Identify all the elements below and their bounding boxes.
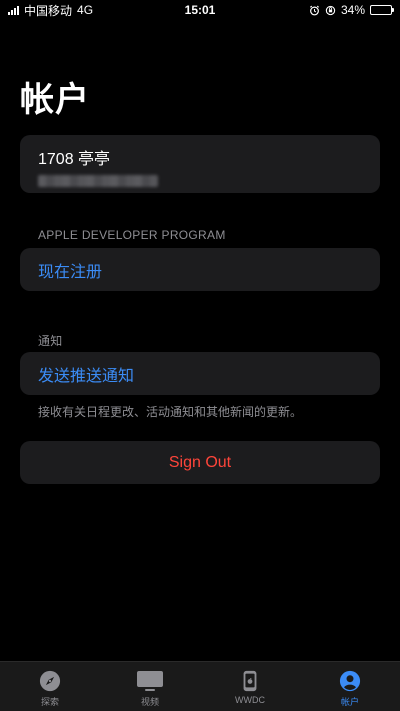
alarm-icon	[309, 5, 319, 15]
notifications-footnote: 接收有关日程更改、活动通知和其他新闻的更新。	[38, 405, 303, 419]
account-icon	[339, 670, 361, 692]
status-left: 中国移动 4G	[8, 2, 93, 19]
tab-explore-label: 探索	[40, 697, 59, 707]
battery-percent: 34%	[340, 3, 365, 17]
notifications-label: 通知	[38, 334, 63, 348]
tab-account-label: 帐户	[340, 697, 359, 707]
tab-wwdc-label: WWDC	[235, 695, 265, 705]
send-push-notifications-button[interactable]: 发送推送通知	[20, 352, 380, 395]
tab-bar: 探索 视频 WWDC 帐户	[0, 661, 400, 711]
tab-explore[interactable]: 探索	[0, 670, 100, 708]
tab-wwdc[interactable]: WWDC	[200, 670, 300, 705]
account-name: 1708 亭亭	[38, 151, 111, 168]
sign-out-label: Sign Out	[168, 453, 232, 471]
status-right: 34%	[309, 3, 394, 17]
tab-videos[interactable]: 视频	[100, 670, 200, 708]
signal-icon	[8, 5, 19, 15]
tab-videos-label: 视频	[140, 697, 159, 707]
tab-account[interactable]: 帐户	[300, 670, 400, 708]
register-now-label: 现在注册	[38, 263, 103, 281]
status-bar: 中国移动 4G 15:01 34%	[0, 0, 400, 20]
apple-developer-program-label: APPLE DEVELOPER PROGRAM	[38, 228, 226, 242]
sign-out-button[interactable]: Sign Out	[20, 441, 380, 484]
carrier-label: 中国移动	[24, 3, 73, 18]
orientation-lock-icon	[325, 5, 336, 15]
send-push-notifications-label: 发送推送通知	[38, 367, 135, 385]
battery-icon	[370, 5, 394, 15]
phone-apple-icon	[243, 670, 257, 692]
register-now-button[interactable]: 现在注册	[20, 248, 380, 291]
page-title: 帐户	[20, 81, 90, 119]
account-card[interactable]: 1708 亭亭	[20, 135, 380, 193]
network-label: 4G	[77, 3, 94, 17]
compass-icon	[39, 670, 61, 692]
account-email-redacted	[38, 175, 158, 187]
tv-icon	[137, 671, 163, 691]
